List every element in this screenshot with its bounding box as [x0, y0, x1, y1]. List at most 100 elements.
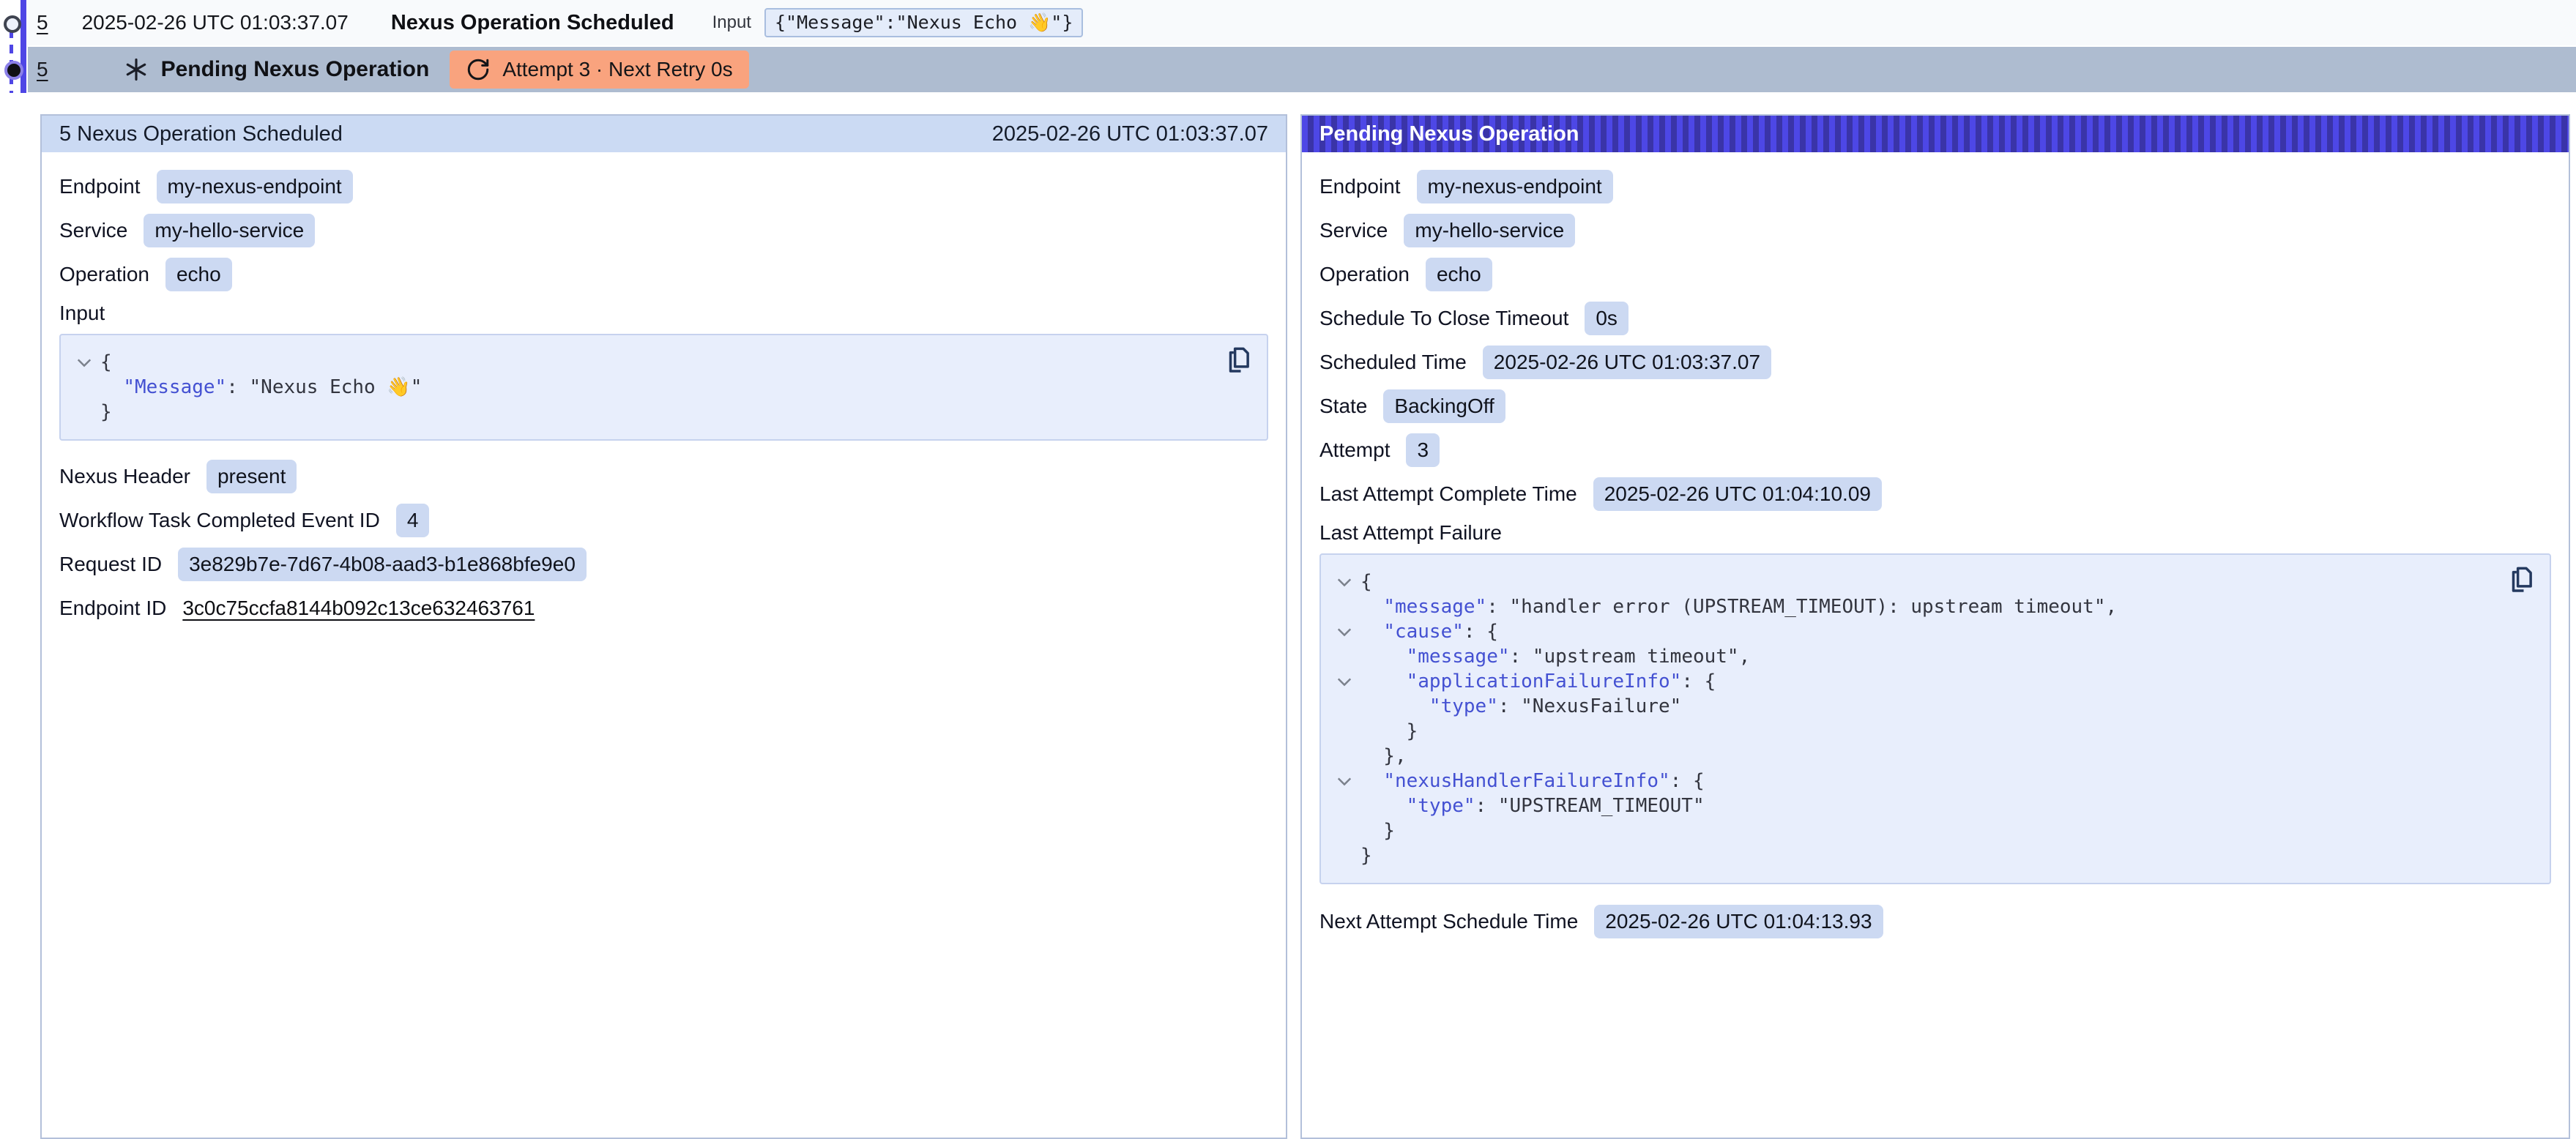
json-line-text: "type": "UPSTREAM_TIMEOUT": [1360, 793, 1705, 818]
field-operation: Operation echo: [59, 258, 1268, 291]
field-label: Attempt: [1319, 438, 1390, 462]
field-label: Endpoint: [1319, 175, 1401, 198]
collapse-chevron-icon[interactable]: [1328, 570, 1360, 594]
field-schedule-to-close-timeout: Schedule To Close Timeout 0s: [1319, 302, 2551, 335]
timeline-event-node-icon[interactable]: [4, 15, 21, 33]
json-line: "message": "handler error (UPSTREAM_TIME…: [1328, 594, 2498, 619]
json-line-gutter: [1328, 644, 1360, 669]
copy-icon: [2506, 565, 2536, 596]
field-value-badge: my-hello-service: [144, 214, 315, 247]
field-endpoint: Endpoint my-nexus-endpoint: [1319, 170, 2551, 203]
field-nexus-header: Nexus Header present: [59, 460, 1268, 493]
json-line-gutter: [1328, 694, 1360, 719]
event-panel-title: 5 Nexus Operation Scheduled: [59, 122, 343, 146]
json-line-text: {: [100, 350, 112, 375]
field-label: Request ID: [59, 553, 162, 576]
event-panel-header: 5 Nexus Operation Scheduled 2025-02-26 U…: [42, 116, 1286, 152]
json-line: }: [1328, 719, 2498, 744]
field-value-badge: 4: [396, 504, 430, 537]
field-label: Nexus Header: [59, 465, 190, 488]
field-workflow-task-completed-event-id: Workflow Task Completed Event ID 4: [59, 504, 1268, 537]
json-line-gutter: [1328, 594, 1360, 619]
event-id-link[interactable]: 5: [37, 11, 48, 34]
field-service: Service my-hello-service: [59, 214, 1268, 247]
input-section-label: Input: [59, 302, 1268, 325]
json-line-gutter: [1328, 818, 1360, 843]
history-rows: 5 2025-02-26 UTC 01:03:37.07 Nexus Opera…: [28, 0, 2576, 92]
retry-icon: [466, 57, 491, 82]
field-label: Operation: [1319, 263, 1410, 286]
json-line-text: "Message": "Nexus Echo 👋": [100, 375, 422, 400]
field-attempt: Attempt 3: [1319, 433, 2551, 467]
timeline-current-node-icon[interactable]: [4, 61, 23, 80]
json-line-text: "cause": {: [1360, 619, 1498, 644]
json-line: }: [1328, 818, 2498, 843]
event-input-chip: {"Message":"Nexus Echo 👋"}: [764, 8, 1083, 37]
json-line-text: },: [1360, 744, 1407, 769]
copy-button[interactable]: [2506, 565, 2536, 596]
json-line-gutter: [1328, 793, 1360, 818]
input-json-lines: { "Message": "Nexus Echo 👋"}: [68, 350, 1216, 425]
json-line: "message": "upstream timeout",: [1328, 644, 2498, 669]
pending-panel-header: Pending Nexus Operation: [1302, 116, 2569, 152]
json-line-text: }: [100, 400, 112, 425]
collapse-chevron-icon[interactable]: [68, 350, 100, 375]
input-json-viewer: { "Message": "Nexus Echo 👋"}: [59, 334, 1268, 441]
event-panel-body: Endpoint my-nexus-endpoint Service my-he…: [42, 152, 1286, 653]
field-value-badge: 3e829b7e-7d67-4b08-aad3-b1e868bfe9e0: [178, 548, 587, 581]
field-value-badge: my-hello-service: [1404, 214, 1575, 247]
json-line: "type": "NexusFailure": [1328, 694, 2498, 719]
field-scheduled-time: Scheduled Time 2025-02-26 UTC 01:03:37.0…: [1319, 346, 2551, 379]
field-value-badge: 3: [1406, 433, 1440, 467]
pending-id-link[interactable]: 5: [37, 58, 48, 81]
copy-button[interactable]: [1223, 346, 1254, 376]
collapse-chevron-icon[interactable]: [1328, 669, 1360, 694]
field-endpoint: Endpoint my-nexus-endpoint: [59, 170, 1268, 203]
event-timestamp: 2025-02-26 UTC 01:03:37.07: [82, 11, 349, 34]
workflow-history-view: 5 2025-02-26 UTC 01:03:37.07 Nexus Opera…: [0, 0, 2576, 956]
failure-json-lines: { "message": "handler error (UPSTREAM_TI…: [1328, 570, 2498, 868]
field-next-attempt-schedule-time: Next Attempt Schedule Time 2025-02-26 UT…: [1319, 905, 2551, 938]
json-line-text: "message": "upstream timeout",: [1360, 644, 1750, 669]
json-line: {: [1328, 570, 2498, 594]
history-row-pending[interactable]: 5 Pending Nexus Operation Attempt 3 · Ne…: [28, 45, 2576, 92]
json-line-text: {: [1360, 570, 1372, 594]
event-title: Nexus Operation Scheduled: [391, 11, 674, 35]
field-value-badge: echo: [1426, 258, 1492, 291]
failure-json-viewer: { "message": "handler error (UPSTREAM_TI…: [1319, 553, 2551, 884]
field-value-badge: my-nexus-endpoint: [157, 170, 353, 203]
field-value-badge: 0s: [1585, 302, 1628, 335]
field-label: Last Attempt Complete Time: [1319, 482, 1577, 506]
field-last-attempt-complete-time: Last Attempt Complete Time 2025-02-26 UT…: [1319, 477, 2551, 511]
field-request-id: Request ID 3e829b7e-7d67-4b08-aad3-b1e86…: [59, 548, 1268, 581]
json-line: {: [68, 350, 1216, 375]
pending-panel-title: Pending Nexus Operation: [1319, 122, 1579, 146]
field-label: Service: [59, 219, 127, 242]
failure-section-label: Last Attempt Failure: [1319, 521, 2551, 545]
collapse-chevron-icon[interactable]: [1328, 769, 1360, 793]
copy-icon: [1223, 346, 1254, 376]
history-row-event[interactable]: 5 2025-02-26 UTC 01:03:37.07 Nexus Opera…: [28, 0, 2576, 45]
field-value-badge: echo: [165, 258, 232, 291]
field-operation: Operation echo: [1319, 258, 2551, 291]
field-label: Endpoint: [59, 175, 141, 198]
json-line: "nexusHandlerFailureInfo": {: [1328, 769, 2498, 793]
field-value-badge: 2025-02-26 UTC 01:04:13.93: [1594, 905, 1883, 938]
field-label: Service: [1319, 219, 1388, 242]
field-value-badge: 2025-02-26 UTC 01:04:10.09: [1593, 477, 1882, 511]
collapse-chevron-icon[interactable]: [1328, 619, 1360, 644]
json-line-gutter: [1328, 719, 1360, 744]
field-label: Workflow Task Completed Event ID: [59, 509, 380, 532]
json-line: }: [68, 400, 1216, 425]
json-line-gutter: [1328, 843, 1360, 868]
endpoint-id-link[interactable]: 3c0c75ccfa8144b092c13ce632463761: [182, 597, 535, 620]
event-detail-panel: 5 Nexus Operation Scheduled 2025-02-26 U…: [40, 114, 1287, 1139]
field-service: Service my-hello-service: [1319, 214, 2551, 247]
json-line: "type": "UPSTREAM_TIMEOUT": [1328, 793, 2498, 818]
field-value-badge: present: [206, 460, 297, 493]
retry-badge-text: Attempt 3 · Next Retry 0s: [502, 58, 732, 81]
json-line: }: [1328, 843, 2498, 868]
json-line-text: "applicationFailureInfo": {: [1360, 669, 1716, 694]
timeline-active-bar: [21, 0, 26, 93]
json-line-text: }: [1360, 818, 1395, 843]
